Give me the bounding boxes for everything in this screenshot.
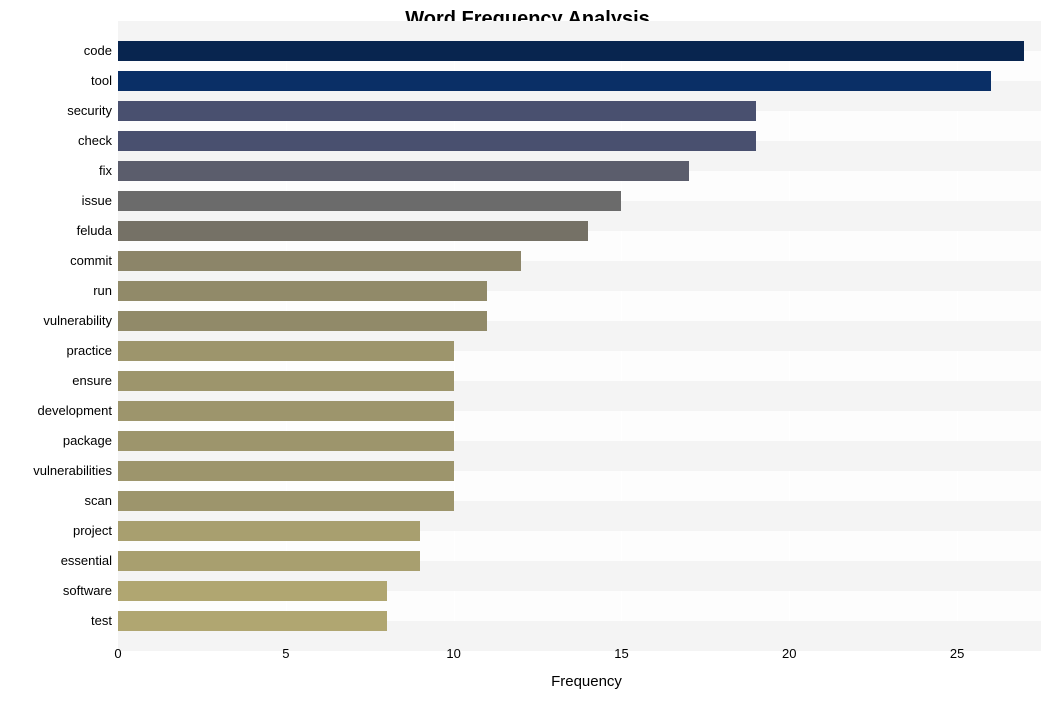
chart-container: Word Frequency Analysis Frequency codeto… (0, 0, 1055, 701)
y-tick-label: project (2, 516, 112, 546)
y-tick-label: run (2, 276, 112, 306)
bar (118, 401, 454, 421)
y-tick-label: practice (2, 336, 112, 366)
x-tick-label: 10 (446, 646, 460, 661)
bar (118, 341, 454, 361)
bar-row (118, 96, 1041, 126)
bar-row (118, 486, 1041, 516)
bar (118, 611, 387, 631)
bar-row (118, 216, 1041, 246)
bar-row (118, 246, 1041, 276)
y-tick-label: tool (2, 66, 112, 96)
bar-row (118, 456, 1041, 486)
bar-row (118, 366, 1041, 396)
bar (118, 551, 420, 571)
y-tick-label: vulnerabilities (2, 456, 112, 486)
y-tick-label: fix (2, 156, 112, 186)
y-tick-label: code (2, 36, 112, 66)
y-tick-label: commit (2, 246, 112, 276)
bar (118, 461, 454, 481)
x-tick-label: 15 (614, 646, 628, 661)
y-tick-label: development (2, 396, 112, 426)
bar (118, 191, 621, 211)
y-tick-label: security (2, 96, 112, 126)
y-tick-label: software (2, 576, 112, 606)
x-tick-label: 25 (950, 646, 964, 661)
bar-row (118, 126, 1041, 156)
y-tick-label: vulnerability (2, 306, 112, 336)
bar (118, 251, 521, 271)
bar (118, 431, 454, 451)
y-tick-label: essential (2, 546, 112, 576)
bar-row (118, 36, 1041, 66)
bar (118, 521, 420, 541)
bar (118, 101, 756, 121)
x-axis-label: Frequency (0, 673, 1055, 690)
bar (118, 71, 991, 91)
bar-row (118, 306, 1041, 336)
bar-row (118, 66, 1041, 96)
y-tick-label: check (2, 126, 112, 156)
x-tick-label: 20 (782, 646, 796, 661)
x-tick-label: 5 (282, 646, 289, 661)
bar (118, 161, 689, 181)
bar (118, 371, 454, 391)
y-tick-label: ensure (2, 366, 112, 396)
y-tick-label: test (2, 606, 112, 636)
bar-row (118, 606, 1041, 636)
plot-area (118, 36, 1041, 636)
y-tick-label: issue (2, 186, 112, 216)
y-tick-label: package (2, 426, 112, 456)
bar-row (118, 576, 1041, 606)
bar-row (118, 426, 1041, 456)
bar (118, 581, 387, 601)
x-tick-label: 0 (114, 646, 121, 661)
bar-row (118, 336, 1041, 366)
bar-row (118, 186, 1041, 216)
bar (118, 311, 487, 331)
bar (118, 131, 756, 151)
bar (118, 41, 1024, 61)
bar (118, 221, 588, 241)
bar-row (118, 546, 1041, 576)
bar (118, 491, 454, 511)
bar-row (118, 276, 1041, 306)
bar-row (118, 516, 1041, 546)
y-tick-label: scan (2, 486, 112, 516)
y-tick-label: feluda (2, 216, 112, 246)
bar (118, 281, 487, 301)
bar-row (118, 396, 1041, 426)
bar-row (118, 156, 1041, 186)
